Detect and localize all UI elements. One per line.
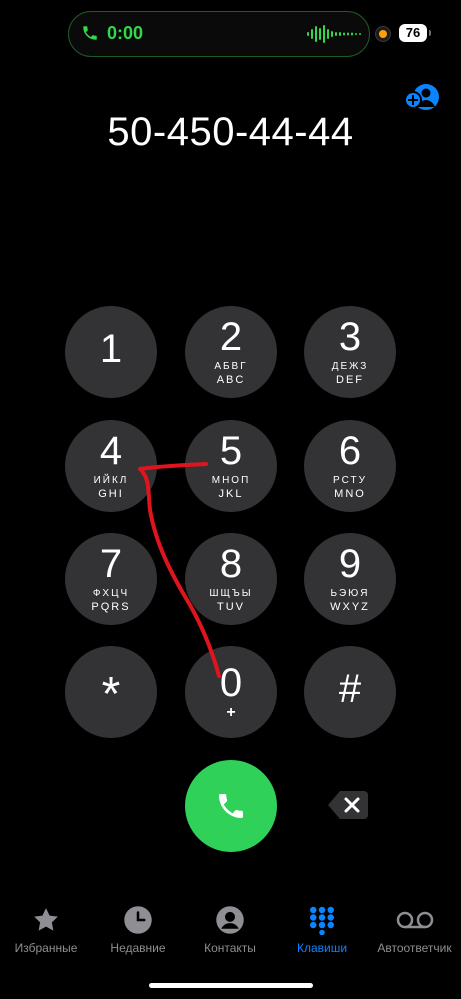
active-call-pill[interactable]: 0:00 (68, 11, 370, 57)
key-digit: 6 (338, 429, 362, 473)
key-9[interactable]: 9 ЬЭЮЯ WXYZ (304, 533, 396, 625)
key-5[interactable]: 5 МНОП JKL (185, 420, 277, 512)
tab-label: Недавние (110, 941, 166, 955)
key-digit: 2 (219, 315, 243, 359)
phone-dialer-screen: 0:00 76 50-450-44-44 1 2 АБВГ ABC 3 ДЕЖЗ… (0, 0, 461, 999)
add-contact-icon[interactable] (404, 82, 440, 112)
key-latin-letters: WXYZ (330, 601, 370, 613)
tab-favorites[interactable]: Избранные (0, 905, 92, 955)
key-digit: # (338, 667, 362, 711)
key-6[interactable]: 6 РСТУ MNO (304, 420, 396, 512)
key-digit: * (101, 668, 121, 721)
key-cyrillic-letters: МНОП (211, 475, 251, 486)
key-4[interactable]: 4 ИЙКЛ GHI (65, 420, 157, 512)
key-digit: 0 (219, 661, 243, 705)
call-timer: 0:00 (107, 23, 144, 43)
key-1[interactable]: 1 (65, 306, 157, 398)
key-star[interactable]: * (65, 646, 157, 738)
key-digit: 5 (219, 429, 243, 473)
phone-icon (219, 794, 243, 818)
key-cyrillic-letters: ЬЭЮЯ (330, 588, 370, 599)
privacy-indicator-icon (375, 26, 391, 42)
key-3[interactable]: 3 ДЕЖЗ DEF (304, 306, 396, 398)
key-latin-letters: DEF (336, 374, 364, 386)
person-circle-icon (216, 906, 244, 934)
key-plus-symbol: + (226, 704, 236, 721)
keypad-grid-icon (310, 906, 334, 935)
key-7[interactable]: 7 ФХЦЧ PQRS (65, 533, 157, 625)
key-latin-letters: JKL (218, 488, 244, 500)
key-cyrillic-letters: РСТУ (333, 475, 367, 486)
key-latin-letters: ABC (216, 374, 246, 386)
tab-label: Избранные (14, 941, 78, 955)
key-2[interactable]: 2 АБВГ ABC (185, 306, 277, 398)
key-cyrillic-letters: ДЕЖЗ (331, 361, 369, 372)
clock-icon (124, 906, 152, 934)
tab-keypad[interactable]: Клавиши (276, 905, 368, 955)
tab-label: Контакты (204, 941, 256, 955)
key-digit: 9 (338, 542, 362, 586)
key-cyrillic-letters: ИЙКЛ (93, 475, 129, 486)
tab-voicemail[interactable]: Автоответчик (368, 905, 461, 955)
tab-label: Клавиши (296, 941, 348, 955)
key-cyrillic-letters: ШЩЪЫ (209, 588, 253, 599)
key-latin-letters: PQRS (91, 601, 131, 613)
key-hash[interactable]: # (304, 646, 396, 738)
voicemail-icon (396, 911, 433, 929)
key-8[interactable]: 8 ШЩЪЫ TUV (185, 533, 277, 625)
key-digit: 4 (99, 429, 123, 473)
star-icon (34, 908, 58, 931)
home-indicator[interactable] (149, 983, 313, 988)
dialed-number-display: 50-450-44-44 (107, 110, 354, 154)
tab-contacts[interactable]: Контакты (184, 905, 276, 955)
audio-waveform-icon (307, 25, 361, 43)
key-digit: 3 (338, 315, 362, 359)
key-latin-letters: TUV (217, 601, 245, 613)
call-button[interactable] (185, 760, 277, 852)
key-digit: 1 (99, 327, 123, 371)
key-0[interactable]: 0 + (185, 646, 277, 738)
tab-recents[interactable]: Недавние (92, 905, 184, 955)
key-cyrillic-letters: ФХЦЧ (92, 588, 130, 599)
tab-label: Автоответчик (377, 941, 452, 955)
battery-indicator: 76 (399, 24, 431, 42)
key-latin-letters: GHI (98, 488, 124, 500)
key-cyrillic-letters: АБВГ (214, 361, 248, 372)
key-digit: 7 (99, 542, 123, 586)
phone-icon (83, 26, 97, 40)
key-latin-letters: MNO (334, 488, 366, 500)
backspace-icon[interactable] (326, 788, 370, 822)
key-digit: 8 (219, 542, 243, 586)
